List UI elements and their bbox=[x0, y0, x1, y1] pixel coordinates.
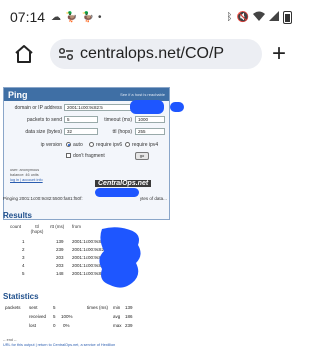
redaction-results bbox=[99, 227, 141, 288]
col-from: from bbox=[72, 224, 81, 229]
col-rtt: rtt (ms) bbox=[50, 224, 65, 229]
duck-icon: 🦆 bbox=[65, 11, 78, 23]
pinging-line: Pinging 2001:1c00:9c82:5500:fa81:f50f: y… bbox=[3, 196, 167, 201]
row3-rtt: 203 bbox=[56, 255, 64, 260]
row4-count: 4 bbox=[22, 263, 25, 268]
ping-title: Ping bbox=[8, 89, 28, 100]
dont-fragment-label: don't fragment bbox=[73, 153, 105, 159]
domain-input[interactable]: 2001:1c00:9c82:5 bbox=[64, 104, 134, 111]
web-page: Ping See if a host is reachable domain o… bbox=[0, 80, 300, 353]
row3-count: 3 bbox=[22, 255, 25, 260]
centralops-logo: CentralOps.net bbox=[95, 180, 152, 187]
received-pct: 100% bbox=[61, 314, 73, 319]
home-button[interactable] bbox=[10, 44, 38, 64]
received-value: 5 bbox=[53, 314, 56, 319]
max-value: 239 bbox=[125, 323, 133, 328]
lost-label: lost bbox=[29, 323, 37, 328]
status-time: 07:14 bbox=[10, 9, 46, 25]
status-bar: 07:14 ☁ 🦆 🦆 • ᛒ 🔇 bbox=[0, 0, 300, 34]
sent-value: 5 bbox=[53, 305, 56, 310]
row1-count: 1 bbox=[22, 239, 25, 244]
row2-count: 2 bbox=[22, 247, 25, 252]
site-settings-icon[interactable] bbox=[58, 47, 74, 61]
dont-fragment-checkbox[interactable] bbox=[66, 153, 71, 158]
mute-icon: 🔇 bbox=[236, 11, 249, 23]
cloud-icon: ☁ bbox=[51, 11, 62, 23]
times-label: times (ms) bbox=[87, 305, 108, 310]
min-label: min bbox=[113, 305, 121, 310]
login-link[interactable]: log in | account info bbox=[10, 178, 43, 183]
col-ttl: ttl (hops) bbox=[30, 224, 44, 234]
lost-pct: 0% bbox=[63, 323, 70, 328]
statistics-heading: Statistics bbox=[3, 292, 39, 301]
user-info: user: anonymous balance: 46 units log in… bbox=[10, 168, 43, 183]
footer-links[interactable]: URL for this output | return to CentralO… bbox=[3, 343, 115, 348]
row1-rtt: 139 bbox=[56, 239, 64, 244]
system-icons: ᛒ 🔇 bbox=[226, 10, 292, 24]
browser-toolbar: centralops.net/CO/P + bbox=[0, 34, 300, 74]
signal-icon bbox=[269, 10, 279, 24]
ttl-label: ttl (hops) bbox=[112, 129, 132, 135]
domain-label: domain or IP address bbox=[14, 105, 62, 111]
go-button[interactable]: go bbox=[135, 152, 149, 160]
radio-ipv6-label: require ipv6 bbox=[96, 142, 123, 148]
pinging-text: Pinging 2001:1c00:9c82:5500:fa81:f50f: bbox=[3, 196, 83, 201]
duck-icon: 🦆 bbox=[81, 11, 94, 23]
timeout-input[interactable]: 1000 bbox=[135, 116, 165, 123]
avg-label: avg bbox=[113, 314, 121, 319]
redaction-small bbox=[170, 102, 184, 112]
radio-auto[interactable] bbox=[66, 142, 71, 147]
notification-icons: ☁ 🦆 🦆 • bbox=[51, 12, 101, 23]
battery-icon bbox=[283, 10, 292, 24]
bluetooth-icon: ᛒ bbox=[226, 11, 233, 23]
home-icon bbox=[15, 45, 33, 63]
ttl-input[interactable]: 255 bbox=[135, 128, 165, 135]
datasize-input[interactable]: 32 bbox=[64, 128, 98, 135]
pinging-suffix: ytes of data... bbox=[139, 196, 167, 201]
row5-rtt: 148 bbox=[56, 271, 64, 276]
new-tab-button[interactable]: + bbox=[272, 42, 286, 66]
row2-rtt: 239 bbox=[56, 247, 64, 252]
plus-icon: + bbox=[272, 40, 287, 67]
ipversion-label: ip version bbox=[40, 142, 62, 148]
radio-ipv4-label: require ipv4 bbox=[132, 142, 159, 148]
packets-label: packets to send bbox=[26, 117, 62, 123]
datasize-label: data size (bytes) bbox=[25, 129, 62, 135]
max-label: max bbox=[113, 323, 122, 328]
row5-count: 5 bbox=[22, 271, 25, 276]
results-heading: Results bbox=[3, 211, 32, 220]
radio-ipv6[interactable] bbox=[89, 142, 94, 147]
min-value: 139 bbox=[125, 305, 133, 310]
lost-value: 0 bbox=[53, 323, 56, 328]
col-count: count bbox=[10, 224, 22, 229]
address-bar[interactable]: centralops.net/CO/P bbox=[50, 39, 262, 69]
redaction-domain bbox=[130, 100, 164, 114]
avg-value: 186 bbox=[125, 314, 133, 319]
sent-label: sent bbox=[29, 305, 38, 310]
received-label: received bbox=[29, 314, 47, 319]
dot-icon: • bbox=[97, 11, 102, 23]
radio-auto-label: auto bbox=[73, 142, 83, 148]
url-text: centralops.net/CO/P bbox=[80, 45, 225, 62]
statistics-table: packets sent 5 received 5 100% lost 0 0%… bbox=[5, 305, 145, 337]
wifi-icon bbox=[253, 11, 265, 24]
packets-label: packets bbox=[5, 305, 21, 310]
row4-rtt: 203 bbox=[56, 263, 64, 268]
ping-subtitle: See if a host is reachable bbox=[120, 92, 165, 97]
footer: -- end -- URL for this output | return t… bbox=[3, 338, 115, 348]
packets-input[interactable]: 5 bbox=[64, 116, 98, 123]
radio-ipv4[interactable] bbox=[125, 142, 130, 147]
timeout-label: timeout (ms) bbox=[104, 117, 132, 123]
